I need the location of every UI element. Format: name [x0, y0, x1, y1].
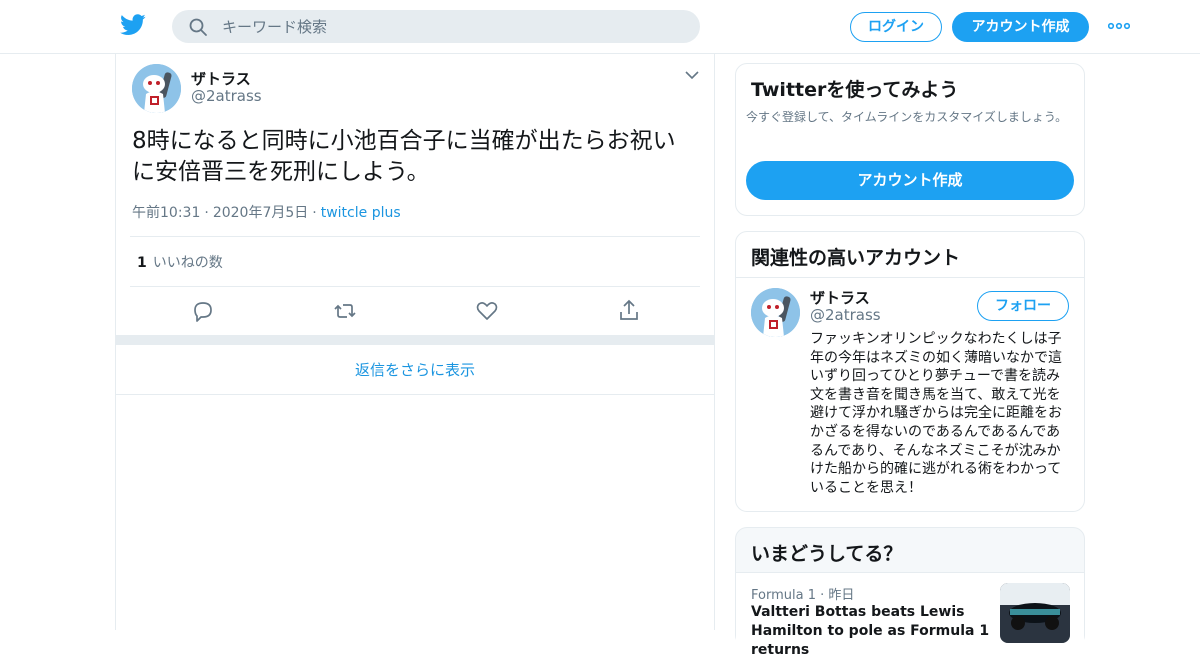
- divider: [130, 286, 700, 287]
- tweet-author-handle[interactable]: @2atrass: [191, 87, 262, 105]
- tweet-time[interactable]: 午前10:31: [132, 205, 200, 221]
- tweet-detail-panel: ザトラス @2atrass 8時になると同時に小池百合子に当確が出たらお祝いに安…: [115, 54, 715, 630]
- follow-button[interactable]: フォロー: [977, 291, 1069, 321]
- signup-button[interactable]: アカウント作成: [952, 12, 1089, 42]
- top-navigation-bar: ログイン アカウント作成: [0, 0, 1200, 54]
- related-account-handle[interactable]: @2atrass: [810, 306, 881, 324]
- avatar[interactable]: [132, 64, 181, 113]
- twitter-bird-logo-icon[interactable]: [120, 14, 146, 36]
- search-input[interactable]: [222, 10, 682, 43]
- related-accounts-card: 関連性の高いアカウント ザトラス @2atrass フォロー ファッキンオリンピ…: [735, 231, 1085, 512]
- related-accounts-title: 関連性の高いアカウント: [751, 247, 961, 269]
- signup-card-title: Twitterを使ってみよう: [751, 79, 959, 101]
- divider: [736, 277, 1084, 278]
- signup-promo-card: Twitterを使ってみよう 今すぐ登録して、タイムラインをカスタマイズしましょ…: [735, 63, 1085, 216]
- tweet-date[interactable]: 2020年7月5日: [213, 205, 308, 221]
- related-account-name[interactable]: ザトラス: [810, 287, 870, 308]
- tweet-timestamp: 午前10:31 · 2020年7月5日 · twitcle plus: [132, 205, 401, 221]
- more-options-icon[interactable]: [1108, 18, 1130, 34]
- likes-stat[interactable]: 1 いいねの数: [137, 252, 223, 272]
- likes-count: 1: [137, 255, 147, 271]
- likes-label: いいねの数: [152, 255, 223, 271]
- trend-time: 昨日: [828, 588, 855, 603]
- trends-title: いまどうしてる？: [751, 543, 903, 565]
- login-button[interactable]: ログイン: [850, 12, 942, 42]
- trend-meta: Formula 1 · 昨日: [751, 588, 855, 603]
- divider: [130, 236, 700, 237]
- search-box[interactable]: [172, 10, 700, 43]
- share-icon[interactable]: [616, 298, 642, 324]
- reply-icon[interactable]: [190, 298, 216, 324]
- avatar[interactable]: [751, 288, 800, 337]
- tweet-text: 8時になると同時に小池百合子に当確が出たらお祝いに安倍晋三を死刑にしよう。: [132, 128, 676, 185]
- show-more-replies-link[interactable]: 返信をさらに表示: [116, 345, 714, 395]
- search-icon: [189, 18, 207, 36]
- trends-card: いまどうしてる？ Formula 1 · 昨日 Valtteri Bottas …: [735, 527, 1085, 658]
- avatar-mascot-icon: [751, 288, 800, 337]
- avatar-mascot-icon: [132, 64, 181, 113]
- signup-card-button[interactable]: アカウント作成: [746, 161, 1074, 200]
- section-separator: [116, 335, 714, 345]
- signup-card-subtitle: 今すぐ登録して、タイムラインをカスタマイズしましょう。: [746, 110, 1068, 124]
- trend-headline: Valtteri Bottas beats Lewis Hamilton to …: [751, 604, 990, 658]
- retweet-icon[interactable]: [332, 298, 358, 324]
- tweet-source-link[interactable]: twitcle plus: [321, 205, 401, 221]
- tweet-author-name[interactable]: ザトラス: [191, 68, 251, 89]
- trend-category: Formula 1: [751, 588, 816, 603]
- like-heart-icon[interactable]: [474, 298, 500, 324]
- chevron-down-icon[interactable]: [684, 69, 700, 81]
- trend-item[interactable]: Formula 1 · 昨日 Valtteri Bottas beats Lew…: [736, 573, 1084, 658]
- trend-thumbnail-image: [1000, 583, 1070, 643]
- related-account-bio: ファッキンオリンピックなわたくしは子年の今年はネズミの如く薄暗いなかで這いずり回…: [810, 331, 1062, 496]
